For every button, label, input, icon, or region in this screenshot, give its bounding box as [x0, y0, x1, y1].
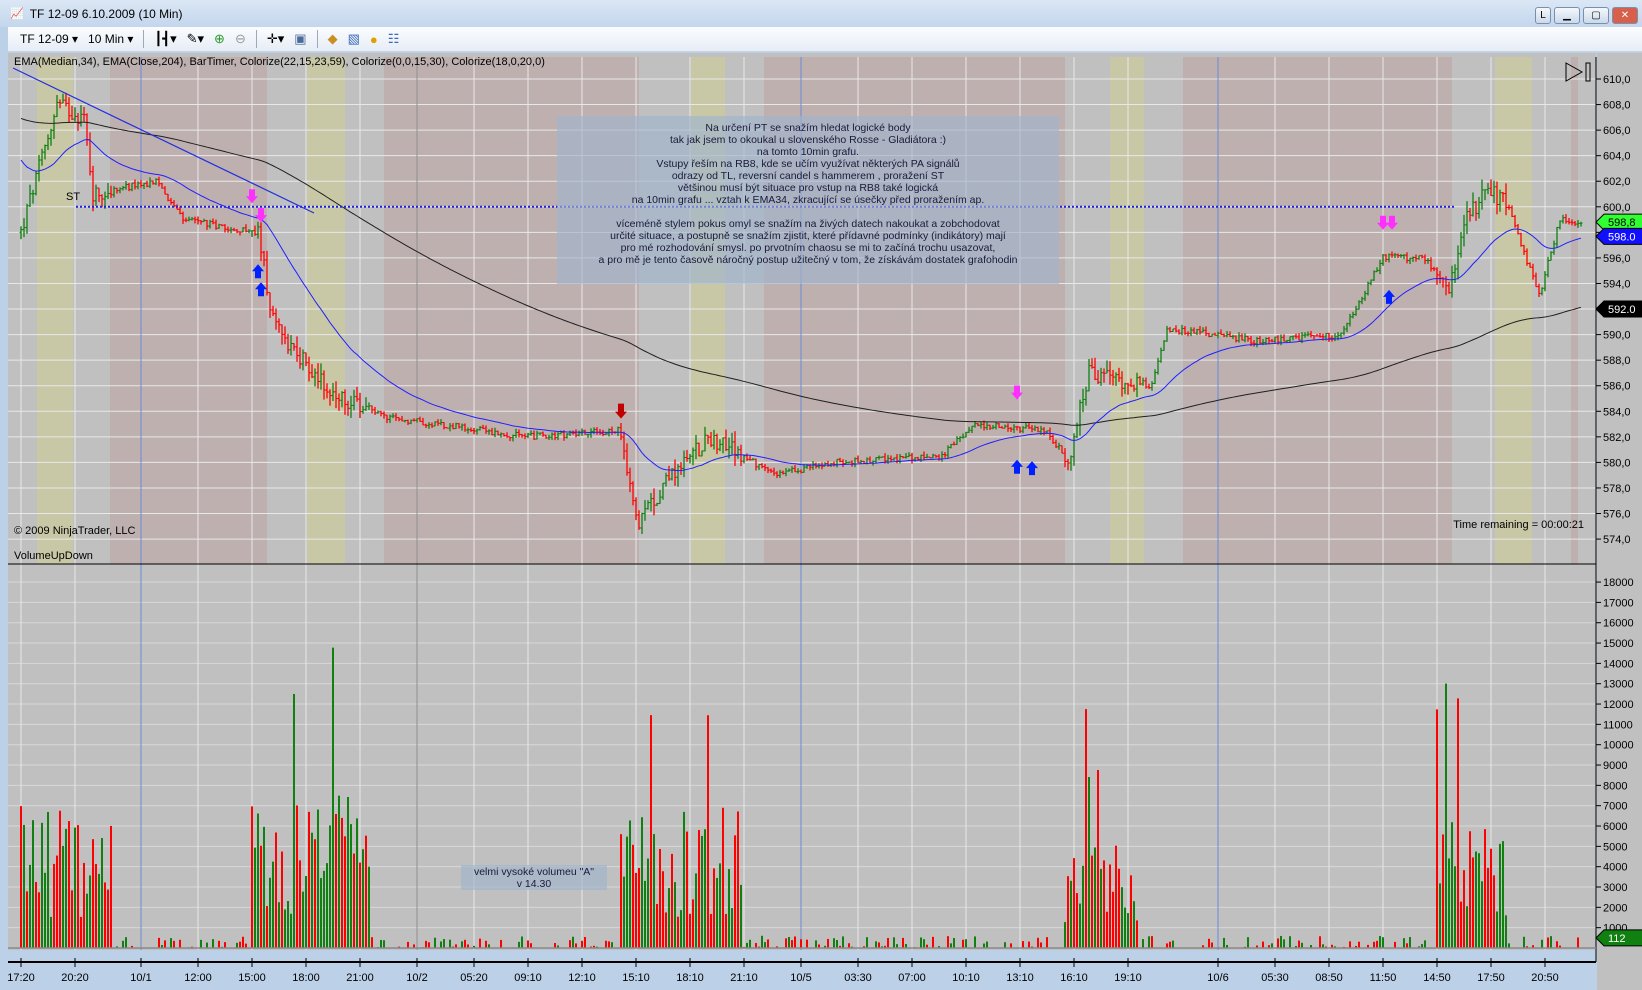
- volume-tick-label: 13000: [1603, 679, 1634, 691]
- volume-tick-label: 3000: [1603, 882, 1627, 894]
- instrument-label: TF 12-09: [20, 32, 69, 46]
- volume-tick-label: 18000: [1603, 577, 1634, 589]
- toolbar-divider: [316, 30, 318, 48]
- instrument-selector[interactable]: TF 12-09 ▾: [20, 32, 78, 46]
- price-tick-label: 580,0: [1603, 457, 1631, 469]
- time-tick-label: 21:00: [346, 972, 374, 984]
- indicators-icon[interactable]: ▧: [348, 31, 360, 47]
- price-tick-label: 582,0: [1603, 432, 1631, 444]
- toolbar-divider: [255, 30, 257, 48]
- time-tick-label: 20:20: [61, 972, 89, 984]
- time-tick-label: 10/2: [406, 972, 427, 984]
- time-tick-label: 05:20: [460, 972, 488, 984]
- time-tick-label: 17:20: [8, 972, 35, 984]
- time-tick-label: 15:10: [622, 972, 650, 984]
- time-tick-label: 10/1: [130, 972, 151, 984]
- time-tick-label: 09:10: [514, 972, 542, 984]
- link-button[interactable]: L: [1535, 7, 1551, 24]
- time-tick-label: 08:50: [1315, 972, 1343, 984]
- time-tick-label: 12:10: [568, 972, 596, 984]
- toolbar-divider: [143, 30, 145, 48]
- price-tick-label: 596,0: [1603, 253, 1631, 265]
- data-box-icon[interactable]: ☷: [388, 31, 400, 47]
- st-label: ST: [66, 191, 80, 203]
- price-tick-label: 588,0: [1603, 355, 1631, 367]
- title-bar: 📈 TF 12-09 6.10.2009 (10 Min) L ▁ ▢ ✕: [0, 0, 1642, 27]
- time-tick-label: 18:00: [292, 972, 320, 984]
- volume-tick-label: 15000: [1603, 638, 1634, 650]
- toolbar: TF 12-09 ▾ 10 Min ▾ ┃┫▾ ✎▾ ⊕ ⊖ ✛▾ ▣ ◆ ▧ …: [8, 27, 1642, 52]
- price-tick-label: 584,0: [1603, 406, 1631, 418]
- time-tick-label: 05:30: [1261, 972, 1289, 984]
- volume-tick-label: 6000: [1603, 821, 1627, 833]
- price-tick-label: 608,0: [1603, 100, 1631, 112]
- last-volume-label: 112: [1608, 933, 1626, 945]
- time-tick-label: 18:10: [676, 972, 704, 984]
- price-tick-label: 590,0: [1603, 330, 1631, 342]
- copyright-label: © 2009 NinjaTrader, LLC: [14, 525, 135, 537]
- volume-tick-label: 11000: [1603, 719, 1633, 731]
- annotation-note: Na určení PT se snažím hledat logické bo…: [557, 116, 1059, 284]
- time-tick-label: 19:10: [1114, 972, 1142, 984]
- ema204-value-label: 592.0: [1608, 304, 1636, 316]
- price-tick-label: 586,0: [1603, 381, 1631, 393]
- price-tick-label: 594,0: [1603, 278, 1631, 290]
- time-tick-label: 20:50: [1531, 972, 1559, 984]
- volume-tick-label: 14000: [1603, 658, 1634, 670]
- chart-app-icon: 📈: [10, 8, 24, 20]
- minimize-button[interactable]: ▁: [1554, 7, 1580, 24]
- crosshair-icon[interactable]: ✛▾: [267, 31, 284, 47]
- maximize-button[interactable]: ▢: [1583, 7, 1609, 24]
- volume-tick-label: 17000: [1603, 597, 1634, 609]
- zoom-in-icon[interactable]: ⊕: [214, 31, 225, 47]
- volume-tick-label: 4000: [1603, 862, 1627, 874]
- time-tick-label: 13:10: [1006, 972, 1034, 984]
- price-tick-label: 604,0: [1603, 151, 1631, 163]
- strategies-icon[interactable]: ◆: [328, 31, 338, 47]
- time-tick-label: 14:50: [1423, 972, 1451, 984]
- properties-icon[interactable]: ▣: [294, 31, 306, 47]
- time-tick-label: 10:10: [952, 972, 980, 984]
- price-tick-label: 600,0: [1603, 202, 1631, 214]
- indicator-legend: EMA(Median,34), EMA(Close,204), BarTimer…: [14, 56, 545, 68]
- time-tick-label: 03:30: [844, 972, 872, 984]
- close-button[interactable]: ✕: [1612, 7, 1638, 24]
- time-tick-label: 16:10: [1060, 972, 1088, 984]
- volume-tick-label: 9000: [1603, 760, 1627, 772]
- time-tick-label: 11:50: [1370, 972, 1397, 984]
- time-tick-label: 15:00: [238, 972, 266, 984]
- bar-type-icon[interactable]: ┃┫▾: [154, 31, 176, 47]
- volume-tick-label: 12000: [1603, 699, 1634, 711]
- price-tick-label: 578,0: [1603, 483, 1631, 495]
- volume-tick-label: 2000: [1603, 902, 1627, 914]
- last-price-label: 598,8: [1608, 217, 1636, 229]
- time-tick-label: 17:50: [1477, 972, 1505, 984]
- time-tick-label: 10/5: [790, 972, 811, 984]
- time-tick-label: 10/6: [1207, 972, 1228, 984]
- volume-tick-label: 8000: [1603, 780, 1627, 792]
- time-tick-label: 12:00: [184, 972, 212, 984]
- order-icon[interactable]: ●: [370, 32, 378, 47]
- interval-label: 10 Min: [88, 32, 125, 46]
- price-tick-label: 606,0: [1603, 125, 1631, 137]
- volume-tick-label: 10000: [1603, 740, 1634, 752]
- time-tick-label: 21:10: [730, 972, 758, 984]
- volume-tick-label: 7000: [1603, 801, 1627, 813]
- volume-panel-title: VolumeUpDown: [14, 550, 93, 562]
- drawing-tool-icon[interactable]: ✎▾: [187, 31, 204, 47]
- ema34-value-label: 598.0: [1608, 231, 1636, 243]
- time-tick-label: 07:00: [898, 972, 926, 984]
- volume-tick-label: 16000: [1603, 618, 1634, 630]
- interval-selector[interactable]: 10 Min ▾: [88, 32, 133, 46]
- window-title: TF 12-09 6.10.2009 (10 Min): [29, 6, 183, 21]
- price-tick-label: 610,0: [1603, 74, 1631, 86]
- zoom-out-icon[interactable]: ⊖: [235, 31, 246, 47]
- price-tick-label: 574,0: [1603, 534, 1631, 546]
- time-remaining-label: Time remaining = 00:00:21: [1453, 519, 1584, 531]
- volume-tick-label: 5000: [1603, 841, 1627, 853]
- price-tick-label: 576,0: [1603, 509, 1631, 521]
- volume-annotation-note: velmi vysoké volumeu "A" v 14.30: [461, 865, 607, 890]
- price-tick-label: 602,0: [1603, 176, 1631, 188]
